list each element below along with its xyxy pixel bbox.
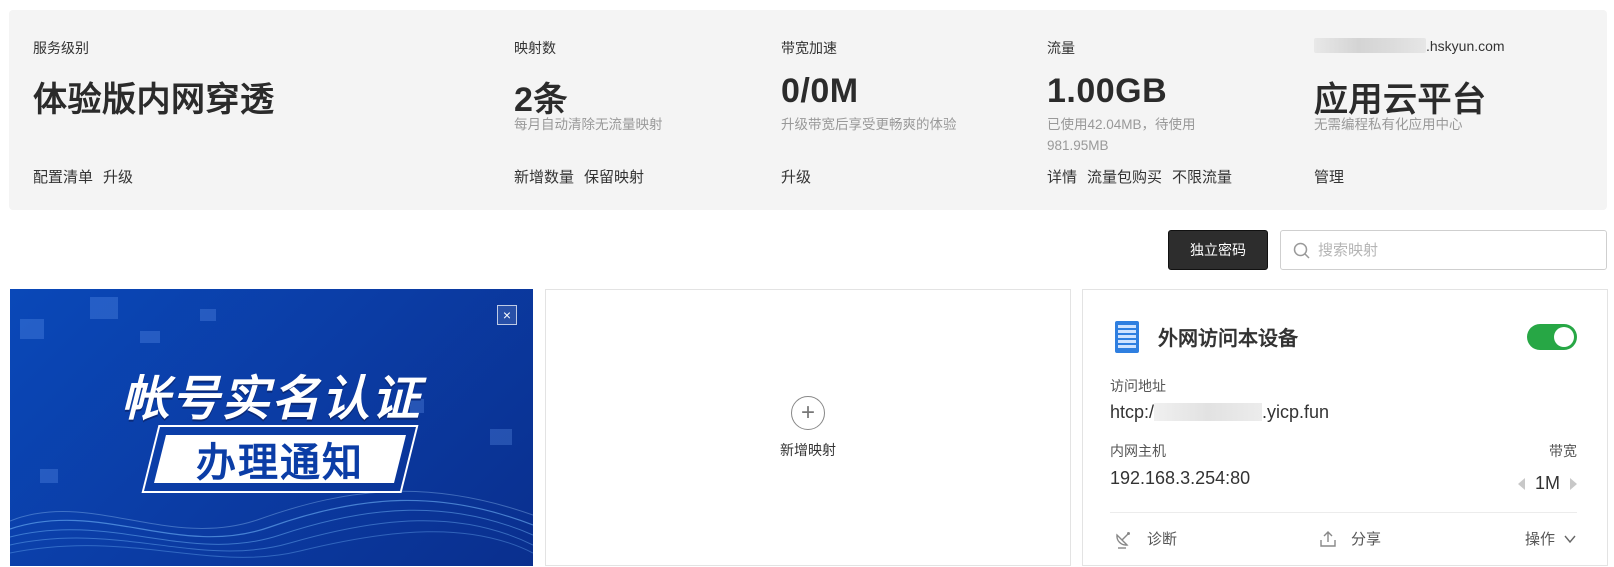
unlimited-traffic-link[interactable]: 不限流量 [1172, 169, 1232, 186]
traffic-remaining: 981.95MB [1047, 138, 1109, 153]
realname-banner[interactable]: × 帐号实名认证 办理通知 [10, 289, 533, 566]
banner-title-bottom: 办理通知 [196, 441, 364, 485]
add-quantity-link[interactable]: 新增数量 [514, 169, 574, 186]
share-label: 分享 [1351, 531, 1382, 548]
service-level-actions: 配置清单 升级 [33, 166, 143, 187]
search-input[interactable] [1318, 241, 1598, 259]
keep-mapping-link[interactable]: 保留映射 [584, 169, 644, 186]
mapping-title: 外网访问本设备 [1158, 328, 1298, 350]
banner-plaque: 办理通知 [141, 425, 419, 493]
satellite-dish-icon [1116, 531, 1130, 549]
bandwidth-increase-icon[interactable] [1570, 477, 1577, 490]
mappings-label: 映射数 [514, 40, 556, 56]
bandwidth-value: 0/0M [781, 72, 859, 110]
traffic-details-link[interactable]: 详情 [1047, 169, 1077, 186]
summary-panel: 服务级别 体验版内网穿透 配置清单 升级 映射数 2条 每月自动清除无流量映射 新… [9, 10, 1607, 210]
mappings-actions: 新增数量 保留映射 [514, 166, 654, 187]
upgrade-bandwidth-link[interactable]: 升级 [781, 169, 811, 186]
redacted-domain [1314, 38, 1426, 53]
card-divider [1110, 512, 1577, 513]
search-box[interactable] [1280, 230, 1607, 270]
operate-label: 操作 [1524, 531, 1555, 548]
add-mapping-card[interactable]: + 新增映射 [545, 289, 1071, 566]
bandwidth-sub: 升级带宽后享受更畅爽的体验 [781, 117, 957, 132]
cloud-actions: 管理 [1314, 166, 1354, 187]
diagnose-button[interactable]: 诊断 [1113, 528, 1177, 549]
operate-dropdown[interactable]: 操作 [1525, 528, 1577, 549]
buy-traffic-pack-link[interactable]: 流量包购买 [1087, 169, 1162, 186]
diagnose-label: 诊断 [1147, 531, 1178, 548]
bandwidth-field-value: 1M [1534, 473, 1560, 493]
share-upload-icon [1320, 530, 1336, 547]
traffic-value: 1.00GB [1047, 72, 1168, 110]
plus-circle-icon: + [791, 395, 825, 430]
cloud-domain: .hskyun.com [1314, 38, 1505, 54]
independent-password-button[interactable]: 独立密码 [1168, 230, 1268, 270]
config-list-link[interactable]: 配置清单 [33, 169, 93, 186]
banner-close-icon[interactable]: × [497, 305, 517, 325]
address-prefix: htcp:/ [1110, 402, 1155, 422]
cloud-sub: 无需编程私有化应用中心 [1314, 117, 1463, 132]
address-suffix: .yicp.fun [1262, 402, 1330, 422]
service-level-value: 体验版内网穿透 [33, 81, 275, 119]
address-label: 访问地址 [1110, 378, 1166, 394]
mapping-card: 外网访问本设备 访问地址 htcp:/ .yicp.fun 内网主机 192.16… [1082, 289, 1608, 566]
bandwidth-field-label: 带宽 [1549, 443, 1577, 459]
redacted-address [1154, 403, 1263, 421]
service-level-label: 服务级别 [33, 40, 89, 56]
banner-title-top: 帐号实名认证 [121, 373, 422, 426]
upgrade-service-link[interactable]: 升级 [103, 169, 133, 186]
address-value[interactable]: htcp:/ .yicp.fun [1110, 402, 1329, 423]
search-icon [1293, 242, 1310, 259]
host-value: 192.168.3.254:80 [1110, 468, 1251, 488]
bandwidth-decrease-icon[interactable] [1517, 477, 1525, 490]
traffic-actions: 详情 流量包购买 不限流量 [1047, 166, 1242, 187]
host-label: 内网主机 [1110, 443, 1166, 459]
add-mapping-label: 新增映射 [780, 441, 836, 458]
traffic-sub: 已使用42.04MB，待使用 981.95MB [1047, 114, 1196, 156]
bandwidth-stepper: 1M [1517, 473, 1577, 494]
manage-link[interactable]: 管理 [1314, 169, 1344, 186]
domain-suffix: .hskyun.com [1426, 38, 1505, 54]
bandwidth-actions: 升级 [781, 166, 821, 187]
mappings-sub: 每月自动清除无流量映射 [514, 117, 663, 132]
toggle-knob [1554, 327, 1574, 347]
mapping-enable-toggle[interactable] [1527, 324, 1577, 350]
bandwidth-label: 带宽加速 [781, 40, 837, 56]
chevron-down-icon [1564, 535, 1576, 543]
share-button[interactable]: 分享 [1319, 528, 1381, 549]
server-device-icon [1115, 321, 1139, 353]
traffic-label: 流量 [1047, 40, 1075, 56]
traffic-used: 已使用42.04MB，待使用 [1047, 117, 1196, 132]
